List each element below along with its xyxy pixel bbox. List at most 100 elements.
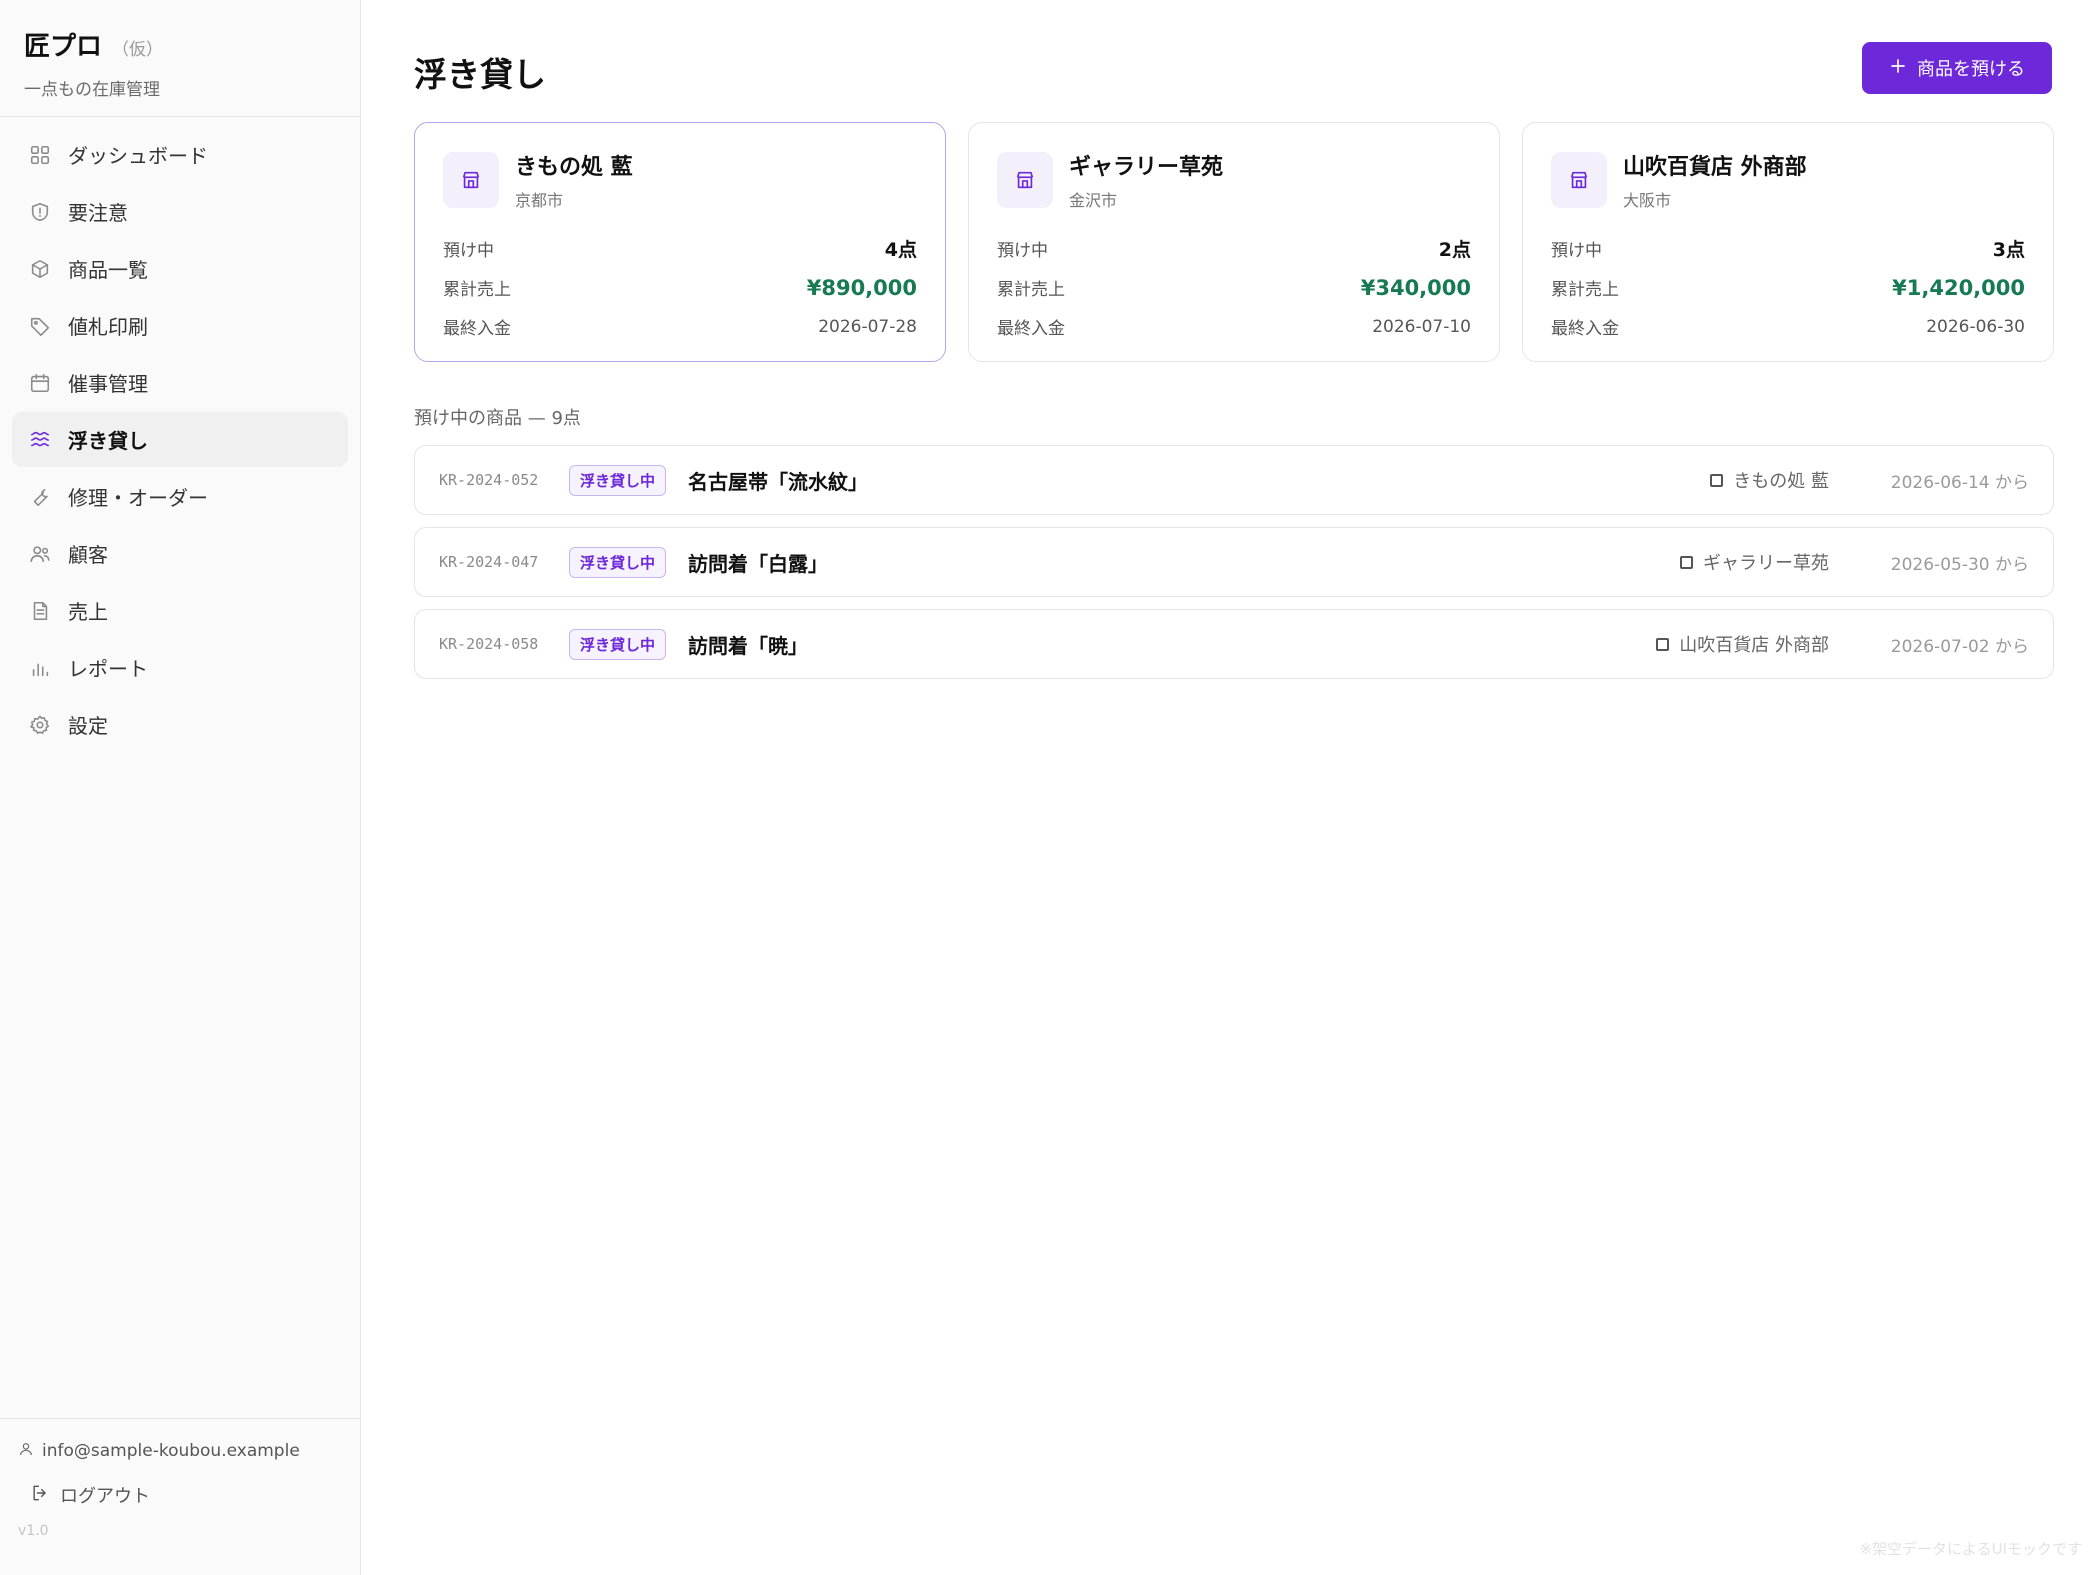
waves-icon: [28, 428, 52, 452]
item-store-name: 山吹百貨店 外商部: [1679, 635, 1829, 656]
calendar-icon: [28, 371, 52, 395]
stat-label: 累計売上: [997, 280, 1065, 300]
user-account: info@sample-koubou.example: [18, 1437, 343, 1465]
stat-label: 預け中: [1551, 241, 1602, 261]
status-badge: 浮き貸し中: [569, 546, 667, 578]
item-name: 訪問着「白露」: [688, 551, 829, 576]
sidebar-item-label: 売上: [68, 600, 108, 624]
stat-row-payment: 最終入金 2026-07-28: [443, 307, 917, 346]
item-since: 2026-07-02 から: [1890, 636, 2029, 657]
stat-label: 累計売上: [1551, 280, 1619, 300]
item-code: KR-2024-047: [439, 553, 539, 571]
last-payment-date: 2026-06-30: [1926, 316, 2025, 337]
stat-row-sales: 累計売上 ¥890,000: [443, 268, 917, 307]
sidebar-item-reports[interactable]: レポート: [12, 640, 348, 695]
stat-row-consigned: 預け中 4点: [443, 229, 917, 268]
sidebar-item-products[interactable]: 商品一覧: [12, 241, 348, 296]
item-name: 名古屋帯「流水紋」: [688, 469, 869, 494]
store-card[interactable]: ギャラリー草苑 金沢市 預け中 2点 累計売上 ¥340,000 最終入金 2026-…: [968, 122, 1500, 362]
stat-label: 最終入金: [443, 319, 511, 339]
store-cards: きもの処 藍 京都市 預け中 4点 累計売上 ¥890,000 最終入金 2026-0…: [414, 122, 2054, 362]
store-icon: [1551, 152, 1607, 208]
sidebar-nav: ダッシュボード 要注意 商品一覧 値札印刷 催事管理 浮き貸し 修理・オーダー: [0, 117, 360, 764]
app-version: v1.0: [18, 1523, 49, 1539]
list-item[interactable]: KR-2024-047 浮き貸し中 訪問着「白露」 ギャラリー草苑 2026-0…: [414, 527, 2054, 597]
sidebar-item-label: 商品一覧: [68, 258, 148, 282]
last-payment-date: 2026-07-28: [818, 316, 917, 337]
stat-label: 預け中: [443, 241, 494, 261]
item-store-name: きもの処 藍: [1733, 471, 1829, 492]
list-item[interactable]: KR-2024-052 浮き貸し中 名古屋帯「流水紋」 きもの処 藍 2026-…: [414, 445, 2054, 515]
consigned-count: 3点: [1992, 239, 2025, 261]
store-name: 山吹百貨店 外商部: [1623, 155, 1807, 180]
total-sales: ¥890,000: [806, 275, 917, 300]
store-name: きもの処 藍: [515, 155, 633, 180]
sidebar-item-label: 浮き貸し: [68, 429, 148, 453]
store-square-icon: [1710, 473, 1724, 487]
user-email: info@sample-koubou.example: [42, 1441, 300, 1461]
consigned-count: 2点: [1438, 239, 1471, 261]
sidebar-item-consignment[interactable]: 浮き貸し: [12, 412, 348, 467]
sidebar-item-dashboard[interactable]: ダッシュボード: [12, 127, 348, 182]
user-icon: [18, 1441, 34, 1462]
item-code: KR-2024-052: [439, 471, 539, 489]
item-store: ギャラリー草苑: [1680, 549, 1829, 575]
total-sales: ¥1,420,000: [1892, 275, 2025, 300]
tag-icon: [28, 314, 52, 338]
brand: 匠プロ （仮） 一点もの在庫管理: [0, 0, 360, 117]
logout-button[interactable]: ログアウト: [18, 1481, 343, 1509]
last-payment-date: 2026-07-10: [1372, 316, 1471, 337]
consign-product-button[interactable]: 商品を預ける: [1862, 42, 2052, 94]
sidebar-item-label: 修理・オーダー: [68, 486, 208, 510]
sidebar-item-label: レポート: [68, 657, 148, 681]
stat-row-sales: 累計売上 ¥340,000: [997, 268, 1471, 307]
stat-label: 最終入金: [997, 319, 1065, 339]
receipt-icon: [28, 599, 52, 623]
sidebar-item-customers[interactable]: 顧客: [12, 526, 348, 581]
consigned-count: 4点: [884, 239, 917, 261]
list-item[interactable]: KR-2024-058 浮き貸し中 訪問着「暁」 山吹百貨店 外商部 2026-…: [414, 609, 2054, 679]
sidebar-item-sales[interactable]: 売上: [12, 583, 348, 638]
stat-label: 累計売上: [443, 280, 511, 300]
item-since: 2026-05-30 から: [1890, 554, 2029, 575]
sidebar-item-price-tags[interactable]: 値札印刷: [12, 298, 348, 353]
sidebar-item-label: 催事管理: [68, 372, 148, 396]
grid-icon: [28, 143, 52, 167]
bar-chart-icon: [28, 656, 52, 680]
store-icon: [997, 152, 1053, 208]
sidebar-item-alerts[interactable]: 要注意: [12, 184, 348, 239]
stat-row-consigned: 預け中 3点: [1551, 229, 2025, 268]
sidebar-item-label: 値札印刷: [68, 315, 148, 339]
store-name: ギャラリー草苑: [1069, 155, 1224, 180]
stat-label: 最終入金: [1551, 319, 1619, 339]
app-title: 匠プロ （仮）: [24, 26, 336, 63]
stat-row-payment: 最終入金 2026-06-30: [1551, 307, 2025, 346]
store-city: 京都市: [515, 191, 564, 210]
item-store-name: ギャラリー草苑: [1703, 553, 1829, 574]
store-square-icon: [1656, 637, 1670, 651]
stat-label: 預け中: [997, 241, 1048, 261]
sidebar-item-repairs[interactable]: 修理・オーダー: [12, 469, 348, 524]
sidebar-item-events[interactable]: 催事管理: [12, 355, 348, 410]
stat-row-sales: 累計売上 ¥1,420,000: [1551, 268, 2025, 307]
store-card[interactable]: きもの処 藍 京都市 預け中 4点 累計売上 ¥890,000 最終入金 2026-0…: [414, 122, 946, 362]
status-badge: 浮き貸し中: [569, 464, 667, 496]
item-store: きもの処 藍: [1710, 467, 1829, 493]
store-icon: [443, 152, 499, 208]
item-code: KR-2024-058: [439, 635, 539, 653]
total-sales: ¥340,000: [1360, 275, 1471, 300]
logout-label: ログアウト: [60, 1486, 150, 1507]
store-card[interactable]: 山吹百貨店 外商部 大阪市 預け中 3点 累計売上 ¥1,420,000 最終入金 2…: [1522, 122, 2054, 362]
sidebar: 匠プロ （仮） 一点もの在庫管理 ダッシュボード 要注意 商品一覧 値札印刷 催…: [0, 0, 361, 1575]
section-label: 預け中の商品 — 9点: [414, 408, 581, 429]
store-city: 大阪市: [1623, 191, 1672, 210]
stat-row-consigned: 預け中 2点: [997, 229, 1471, 268]
item-name: 訪問着「暁」: [688, 633, 809, 658]
app-subtitle: 一点もの在庫管理: [24, 80, 160, 100]
sidebar-item-label: 設定: [68, 714, 108, 738]
sidebar-footer: info@sample-koubou.example ログアウト v1.0: [0, 1418, 361, 1575]
sidebar-item-settings[interactable]: 設定: [12, 697, 348, 752]
box-icon: [28, 257, 52, 281]
page-title: 浮き貸し: [414, 55, 546, 94]
logout-icon: [30, 1483, 50, 1508]
